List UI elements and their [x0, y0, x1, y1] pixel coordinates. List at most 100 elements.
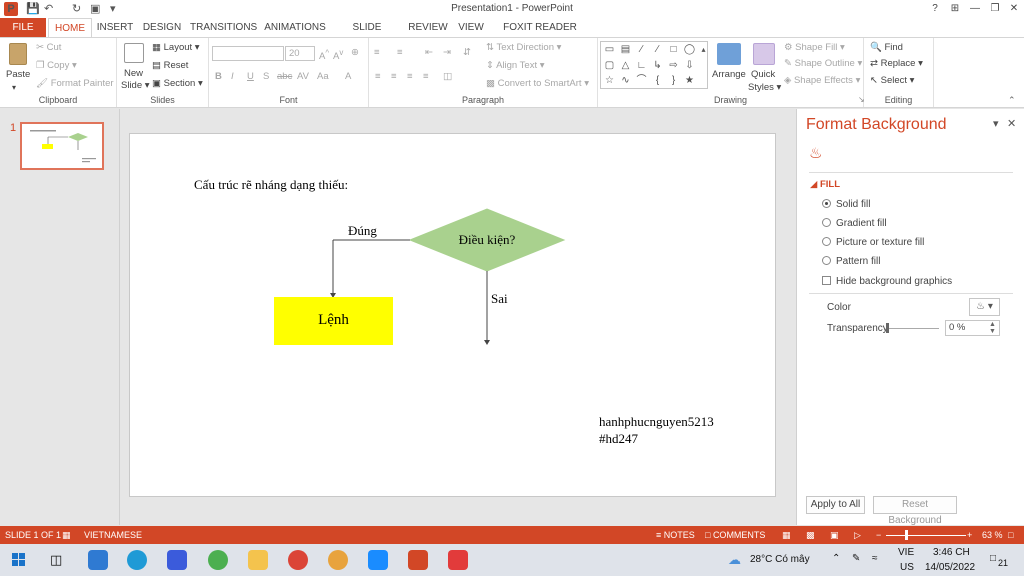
apply-to-all-button[interactable]: Apply to All [806, 496, 865, 514]
shape-textbox-icon[interactable]: ▤ [619, 44, 632, 56]
tab-transitions[interactable]: TRANSITIONS [190, 18, 257, 37]
gradient-fill-radio[interactable] [822, 217, 831, 227]
arrange-button[interactable]: Arrange [712, 68, 746, 82]
quick-styles-label-2[interactable]: Styles ▾ [748, 81, 781, 95]
shape-down-arrow-icon[interactable]: ⇩ [683, 60, 696, 72]
fill-section-header[interactable]: ◢ FILL [810, 179, 840, 190]
paste-icon[interactable] [9, 43, 27, 65]
comments-button[interactable]: □ COMMENTS [705, 526, 765, 544]
solid-fill-radio[interactable] [822, 198, 831, 208]
hide-graphics-checkbox[interactable] [822, 275, 831, 285]
reset-button[interactable]: ▤ Reset [152, 59, 188, 73]
quick-styles-button[interactable]: Quick [751, 68, 775, 82]
shape-triangle-icon[interactable]: △ [619, 60, 632, 72]
fit-slide-icon[interactable]: □ [1008, 526, 1013, 544]
clock-time[interactable]: 3:46 CH [933, 547, 970, 558]
gradient-fill-option[interactable]: Gradient fill [822, 217, 887, 229]
watermark-line-1[interactable]: hanhphucnguyen5213 [599, 414, 714, 430]
fill-category-icon[interactable]: ♨ [809, 144, 822, 162]
slide-sorter-icon[interactable]: ▩ [806, 526, 815, 544]
mail-app-icon[interactable] [88, 550, 108, 570]
reading-view-icon[interactable]: ▣ [830, 526, 839, 544]
font-name-combo[interactable] [212, 46, 284, 61]
customize-qat-icon[interactable]: ▾ [110, 2, 116, 16]
quick-styles-icon[interactable] [753, 43, 775, 65]
normal-view-icon[interactable]: ▦ [782, 526, 791, 544]
hide-graphics-option[interactable]: Hide background graphics [822, 275, 952, 287]
show-hidden-icons[interactable]: ⌃ [832, 553, 840, 564]
shape-arc-icon[interactable]: ⌒ [635, 75, 648, 87]
section-button[interactable]: ▣ Section ▾ [152, 77, 203, 91]
tab-review[interactable]: REVIEW [408, 18, 448, 37]
slide-show-icon[interactable]: ▷ [854, 526, 861, 544]
shape-oval-icon[interactable]: ◯ [683, 44, 696, 56]
wifi-icon[interactable]: ≈ [872, 553, 878, 564]
zoom-slider-track[interactable] [886, 535, 966, 536]
paste-dropdown-icon[interactable]: ▾ [12, 81, 16, 95]
picture-fill-radio[interactable] [822, 236, 831, 246]
app-icon[interactable] [167, 550, 187, 570]
shape-star-icon[interactable]: ☆ [603, 75, 616, 87]
undo-icon[interactable]: ↶ [44, 2, 53, 16]
zalo-icon[interactable] [368, 550, 388, 570]
shape-bent-line-icon[interactable]: ∟ [635, 60, 648, 72]
transparency-spinner-icon[interactable]: ▲ ▼ [989, 321, 996, 335]
tab-view[interactable]: VIEW [456, 18, 486, 37]
chrome-icon[interactable] [288, 550, 308, 570]
foxit-reader-icon[interactable] [448, 550, 468, 570]
yes-label[interactable]: Đúng [348, 223, 377, 239]
slide-canvas[interactable]: Cấu trúc rẽ nháng dạng thiếu: Điều kiện?… [129, 133, 776, 497]
new-slide-label-2[interactable]: Slide ▾ [121, 79, 150, 93]
solid-fill-option[interactable]: Solid fill [822, 198, 870, 210]
ribbon-display-button[interactable]: ⊞ [946, 1, 964, 17]
shape-curve-icon[interactable]: ∿ [619, 75, 632, 87]
pane-options-icon[interactable]: ▾ [993, 117, 999, 130]
layout-button[interactable]: ▦ Layout ▾ [152, 41, 200, 55]
paste-button[interactable]: Paste [6, 68, 30, 82]
close-button[interactable]: ✕ [1005, 1, 1023, 17]
zoom-out-icon[interactable]: − [876, 526, 881, 544]
shapes-gallery[interactable]: ▭ ▤ ∕ ∕ □ ◯ ▢ △ ∟ ↳ ⇨ ⇩ ☆ ∿ ⌒ { } ★ ▴ [600, 41, 708, 89]
arrange-icon[interactable] [717, 43, 741, 65]
clock-date[interactable]: 14/05/2022 [925, 562, 975, 573]
pane-close-icon[interactable]: ✕ [1007, 117, 1016, 130]
help-button[interactable]: ? [926, 1, 944, 17]
collapse-ribbon-icon[interactable]: ⌃ [1008, 93, 1016, 107]
transparency-slider-track[interactable] [887, 328, 939, 329]
start-slideshow-icon[interactable]: ▣ [90, 2, 100, 16]
file-explorer-icon[interactable] [248, 550, 268, 570]
shapes-scroll-icon[interactable]: ▴ [697, 44, 710, 56]
watermark-line-2[interactable]: #hd247 [599, 431, 638, 447]
language-indicator[interactable]: VIETNAMESE [84, 526, 142, 544]
transparency-slider-handle[interactable] [886, 323, 889, 333]
shape-brace-icon[interactable]: { [651, 75, 664, 87]
windows-start-icon[interactable] [12, 553, 26, 567]
save-icon[interactable]: 💾 [26, 2, 40, 16]
pen-icon[interactable]: ✎ [852, 553, 860, 564]
weather-text[interactable]: 28°C Có mây [750, 554, 810, 565]
tab-slide-show[interactable]: SLIDE SHOW [336, 18, 398, 52]
coccoc-browser-icon[interactable] [208, 550, 228, 570]
minimize-button[interactable]: — [966, 1, 984, 17]
shape-rect-icon[interactable]: □ [667, 44, 680, 56]
tab-insert[interactable]: INSERT [95, 18, 135, 37]
notes-button[interactable]: ≡ NOTES [656, 526, 695, 544]
language-line-2[interactable]: US [900, 562, 914, 573]
edge-browser-icon[interactable] [127, 550, 147, 570]
task-view-icon[interactable]: ◫ [50, 552, 62, 568]
tab-file[interactable]: FILE [0, 18, 46, 37]
shape-star-2-icon[interactable]: ★ [683, 75, 696, 87]
new-slide-icon[interactable] [124, 43, 144, 63]
no-label[interactable]: Sai [491, 291, 508, 307]
select-button[interactable]: ↖ Select ▾ [870, 74, 914, 88]
tab-foxit-reader-pdf[interactable]: FOXIT READER PDF [494, 18, 586, 52]
tab-animations[interactable]: ANIMATIONS [262, 18, 328, 37]
weather-icon[interactable]: ☁ [728, 552, 741, 568]
chrome-profile-icon[interactable] [328, 550, 348, 570]
slide-thumbnail[interactable] [20, 122, 104, 170]
redo-icon[interactable]: ↻ [72, 2, 81, 16]
shape-line-icon[interactable]: ∕ [635, 44, 648, 56]
font-size-combo[interactable]: 20 [285, 46, 315, 61]
shape-right-arrow-icon[interactable]: ⇨ [667, 60, 680, 72]
shape-brace-right-icon[interactable]: } [667, 75, 680, 87]
